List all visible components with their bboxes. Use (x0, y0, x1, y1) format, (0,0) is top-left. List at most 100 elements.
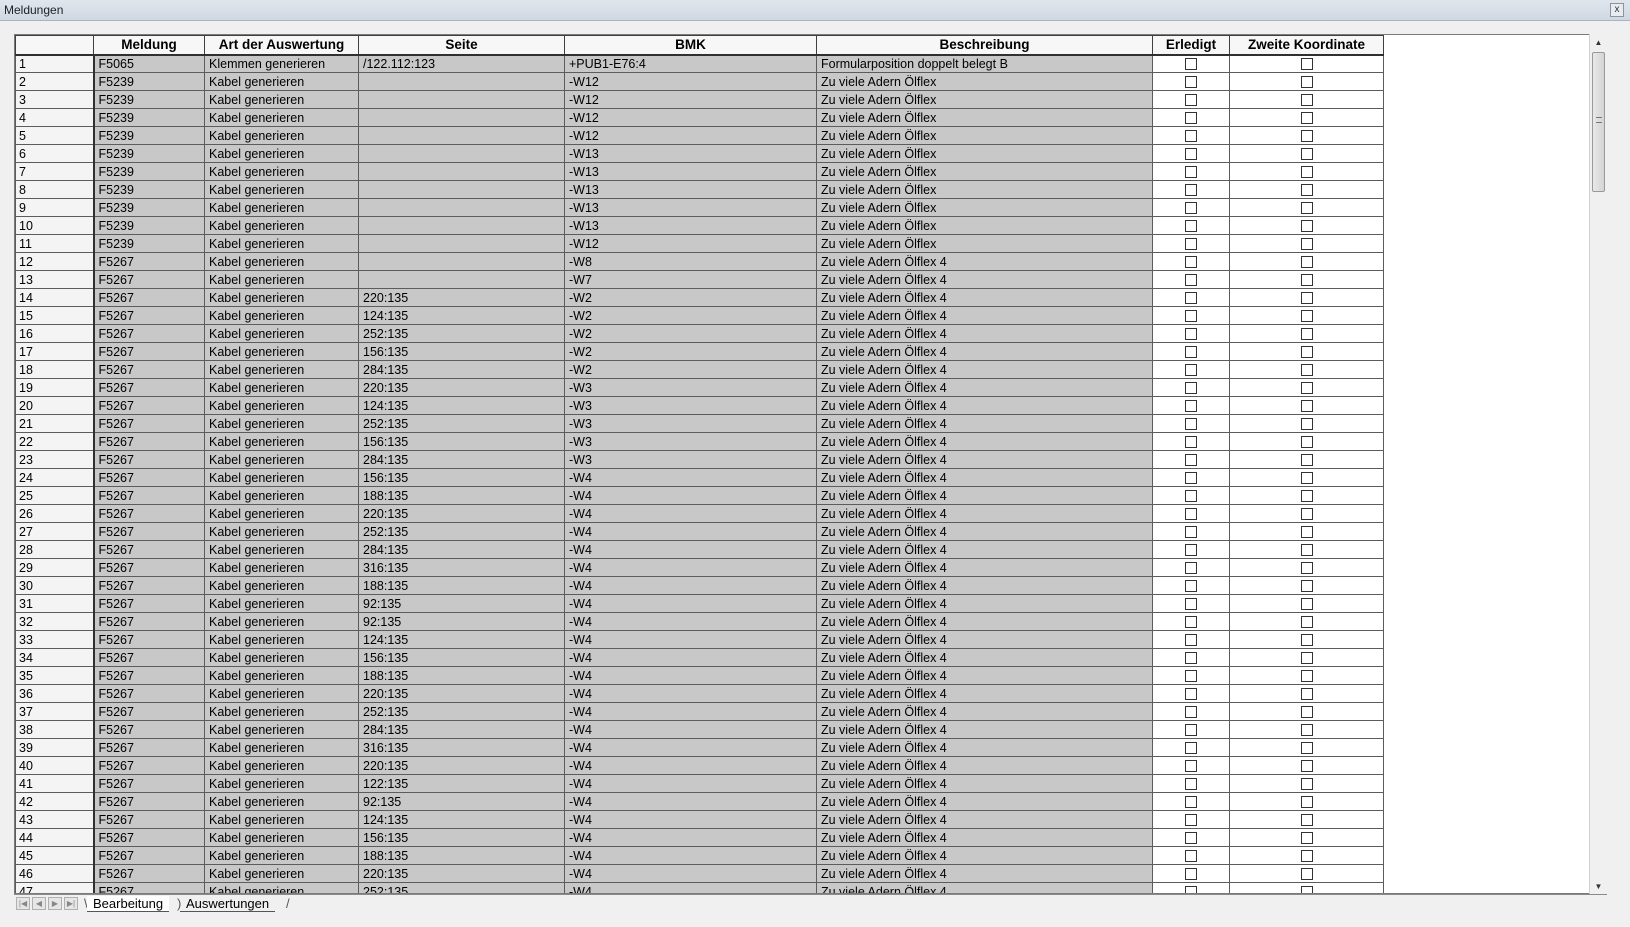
seite-cell[interactable]: 220:135 (358, 288, 565, 307)
seite-cell[interactable]: 92:135 (358, 594, 565, 613)
beschreibung-cell[interactable]: Zu viele Adern Ölflex 4 (816, 666, 1153, 685)
meldung-cell[interactable]: F5267 (93, 522, 205, 541)
table-row[interactable]: 30 F5267 Kabel generieren 188:135 -W4 Zu viel… (15, 576, 1384, 595)
beschreibung-cell[interactable]: Zu viele Adern Ölflex 4 (816, 594, 1153, 613)
row-number[interactable]: 36 (15, 684, 95, 703)
erledigt-checkbox[interactable] (1185, 526, 1197, 539)
seite-cell[interactable]: 284:135 (358, 450, 565, 469)
art-cell[interactable]: Kabel generieren (204, 270, 359, 289)
tab-auswertungen[interactable]: Auswertungen (180, 896, 276, 912)
row-number[interactable]: 15 (15, 306, 95, 325)
bmk-cell[interactable]: -W4 (564, 486, 817, 505)
col-erledigt-header[interactable]: Erledigt (1152, 35, 1230, 56)
zweite-koordinate-checkbox[interactable] (1300, 436, 1313, 449)
art-cell[interactable]: Kabel generieren (204, 738, 359, 757)
table-row[interactable]: 8 F5239 Kabel generieren -W13 Zu viele Adern… (15, 180, 1384, 199)
meldung-cell[interactable]: F5267 (93, 396, 205, 415)
next-sheet-icon[interactable]: ▶ (48, 897, 62, 910)
zweite-koordinate-checkbox[interactable] (1300, 166, 1313, 179)
art-cell[interactable]: Kabel generieren (204, 126, 359, 145)
row-number[interactable]: 45 (15, 846, 95, 865)
erledigt-checkbox[interactable] (1185, 130, 1197, 143)
seite-cell[interactable]: 156:135 (358, 648, 565, 667)
bmk-cell[interactable]: -W4 (564, 594, 817, 613)
table-row[interactable]: 27 F5267 Kabel generieren 252:135 -W4 Zu viel… (15, 522, 1384, 541)
table-row[interactable]: 28 F5267 Kabel generieren 284:135 -W4 Zu viel… (15, 540, 1384, 559)
beschreibung-cell[interactable]: Zu viele Adern Ölflex 4 (816, 396, 1153, 415)
erledigt-checkbox[interactable] (1185, 256, 1197, 269)
row-number[interactable]: 42 (15, 792, 95, 811)
zweite-koordinate-checkbox[interactable] (1300, 400, 1313, 413)
art-cell[interactable]: Kabel generieren (204, 864, 359, 883)
table-row[interactable]: 17 F5267 Kabel generieren 156:135 -W2 Zu viel… (15, 342, 1384, 361)
erledigt-checkbox[interactable] (1185, 634, 1197, 647)
bmk-cell[interactable]: -W4 (564, 522, 817, 541)
beschreibung-cell[interactable]: Zu viele Adern Ölflex 4 (816, 702, 1153, 721)
row-number[interactable]: 19 (15, 378, 95, 397)
erledigt-checkbox[interactable] (1185, 310, 1197, 323)
art-cell[interactable]: Kabel generieren (204, 612, 359, 631)
bmk-cell[interactable]: -W3 (564, 378, 817, 397)
table-row[interactable]: 41 F5267 Kabel generieren 122:135 -W4 Zu viel… (15, 774, 1384, 793)
bmk-cell[interactable]: -W12 (564, 72, 817, 91)
meldung-cell[interactable]: F5267 (93, 702, 205, 721)
art-cell[interactable]: Kabel generieren (204, 180, 359, 199)
erledigt-checkbox[interactable] (1185, 238, 1197, 251)
row-number[interactable]: 29 (15, 558, 95, 577)
row-number[interactable]: 31 (15, 594, 95, 613)
seite-cell[interactable]: 220:135 (358, 684, 565, 703)
row-number[interactable]: 40 (15, 756, 95, 775)
bmk-cell[interactable]: -W4 (564, 504, 817, 523)
art-cell[interactable]: Kabel generieren (204, 360, 359, 379)
table-row[interactable]: 22 F5267 Kabel generieren 156:135 -W3 Zu viel… (15, 432, 1384, 451)
row-number[interactable]: 12 (15, 252, 95, 271)
row-number[interactable]: 13 (15, 270, 95, 289)
seite-cell[interactable]: 156:135 (358, 468, 565, 487)
art-cell[interactable]: Klemmen generieren (204, 54, 359, 73)
seite-cell[interactable] (358, 234, 565, 253)
erledigt-checkbox[interactable] (1185, 652, 1197, 665)
meldung-cell[interactable]: F5267 (93, 270, 205, 289)
seite-cell[interactable]: 316:135 (358, 558, 565, 577)
zweite-koordinate-checkbox[interactable] (1300, 292, 1313, 305)
row-number[interactable]: 14 (15, 288, 95, 307)
zweite-koordinate-checkbox[interactable] (1300, 796, 1313, 809)
seite-cell[interactable]: 124:135 (358, 396, 565, 415)
scroll-up-icon[interactable]: ▲ (1590, 36, 1607, 50)
prev-sheet-icon[interactable]: ◀ (32, 897, 46, 910)
zweite-koordinate-checkbox[interactable] (1300, 130, 1313, 143)
bmk-cell[interactable]: -W4 (564, 792, 817, 811)
seite-cell[interactable] (358, 72, 565, 91)
beschreibung-cell[interactable]: Zu viele Adern Ölflex (816, 198, 1153, 217)
erledigt-checkbox[interactable] (1185, 148, 1197, 161)
seite-cell[interactable] (358, 252, 565, 271)
table-row[interactable]: 40 F5267 Kabel generieren 220:135 -W4 Zu viel… (15, 756, 1384, 775)
zweite-koordinate-checkbox[interactable] (1300, 76, 1313, 89)
row-number[interactable]: 38 (15, 720, 95, 739)
table-row[interactable]: 13 F5267 Kabel generieren -W7 Zu viele Adern… (15, 270, 1384, 289)
meldung-cell[interactable]: F5267 (93, 828, 205, 847)
erledigt-checkbox[interactable] (1185, 418, 1197, 431)
bmk-cell[interactable]: -W4 (564, 828, 817, 847)
zweite-koordinate-checkbox[interactable] (1300, 670, 1313, 683)
meldung-cell[interactable]: F5267 (93, 594, 205, 613)
beschreibung-cell[interactable]: Formularposition doppelt belegt B (816, 54, 1153, 73)
zweite-koordinate-checkbox[interactable] (1300, 94, 1313, 107)
table-row[interactable]: 5 F5239 Kabel generieren -W12 Zu viele Adern… (15, 126, 1384, 145)
seite-cell[interactable] (358, 126, 565, 145)
beschreibung-cell[interactable]: Zu viele Adern Ölflex (816, 126, 1153, 145)
zweite-koordinate-checkbox[interactable] (1300, 886, 1313, 893)
close-button[interactable]: x (1610, 3, 1624, 17)
beschreibung-cell[interactable]: Zu viele Adern Ölflex (816, 108, 1153, 127)
erledigt-checkbox[interactable] (1185, 112, 1197, 125)
meldung-cell[interactable]: F5239 (93, 72, 205, 91)
meldung-cell[interactable]: F5239 (93, 180, 205, 199)
bmk-cell[interactable]: -W4 (564, 774, 817, 793)
beschreibung-cell[interactable]: Zu viele Adern Ölflex 4 (816, 360, 1153, 379)
meldung-cell[interactable]: F5267 (93, 486, 205, 505)
col-zweite-koordinate-header[interactable]: Zweite Koordinate (1229, 35, 1384, 56)
beschreibung-cell[interactable]: Zu viele Adern Ölflex (816, 180, 1153, 199)
beschreibung-cell[interactable]: Zu viele Adern Ölflex 4 (816, 504, 1153, 523)
table-row[interactable]: 2 F5239 Kabel generieren -W12 Zu viele Adern… (15, 72, 1384, 91)
art-cell[interactable]: Kabel generieren (204, 252, 359, 271)
